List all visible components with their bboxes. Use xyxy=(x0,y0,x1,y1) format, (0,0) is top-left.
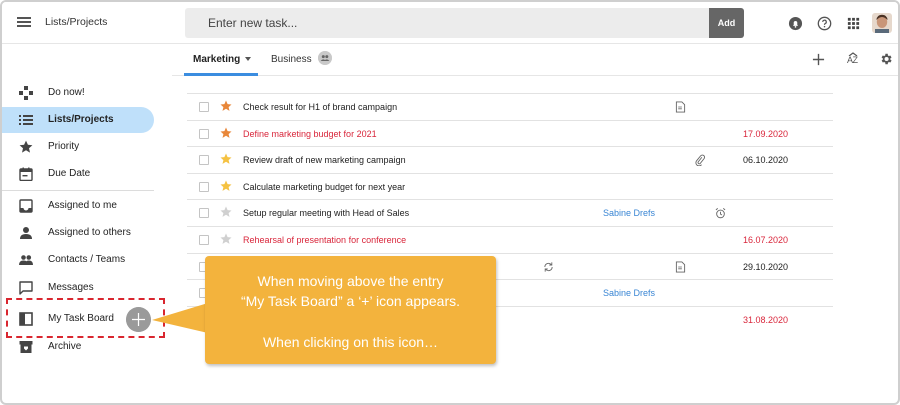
task-row[interactable]: Define marketing budget for 2021 17.09.20… xyxy=(187,119,833,147)
top-bar: Lists/Projects Add xyxy=(2,2,898,44)
list-tabs: Marketing Business AZ xyxy=(172,44,898,76)
add-task-button[interactable]: Add xyxy=(709,8,744,38)
task-row[interactable]: Review draft of new marketing campaign 06… xyxy=(187,146,833,173)
sidebar-divider xyxy=(2,190,154,191)
new-task-input[interactable] xyxy=(185,8,709,38)
callout-pointer xyxy=(152,303,208,333)
task-assignee[interactable]: Sabine Drefs xyxy=(603,208,655,218)
task-due-date: 06.10.2020 xyxy=(743,155,789,166)
sidebar-item-due-date[interactable]: Due Date xyxy=(2,161,154,187)
task-checkbox[interactable] xyxy=(199,102,209,112)
sidebar-item-lists-projects[interactable]: Lists/Projects xyxy=(2,107,154,133)
sort-arrow-icon xyxy=(848,52,858,56)
alarm-icon xyxy=(715,208,726,219)
sidebar-item-label: Archive xyxy=(48,341,82,352)
task-row[interactable]: Rehearsal of presentation for conference… xyxy=(187,225,833,253)
sidebar-item-label: Contacts / Teams xyxy=(48,254,126,265)
task-row[interactable]: Setup regular meeting with Head of Sales… xyxy=(187,199,833,226)
task-row[interactable]: Check result for H1 of brand campaign xyxy=(187,93,833,120)
priority-star-icon[interactable] xyxy=(220,180,232,192)
sidebar-item-priority[interactable]: Priority xyxy=(2,134,154,160)
sidebar-item-label: Priority xyxy=(48,141,80,152)
task-title[interactable]: Rehearsal of presentation for conference xyxy=(243,235,406,245)
list-icon xyxy=(19,115,33,125)
sidebar-item-label: Due Date xyxy=(48,168,91,179)
priority-star-icon[interactable] xyxy=(220,153,232,165)
menu-icon[interactable] xyxy=(17,17,31,27)
add-list-icon[interactable] xyxy=(812,53,825,66)
task-assignee[interactable]: Sabine Drefs xyxy=(603,288,655,298)
priority-star-icon[interactable] xyxy=(220,127,232,139)
callout-line-1: When moving above the entry xyxy=(257,273,444,289)
task-due-date: 16.07.2020 xyxy=(743,234,789,245)
sidebar-item-assigned-to-others[interactable]: Assigned to others xyxy=(2,220,154,246)
settings-icon[interactable] xyxy=(879,52,893,66)
task-title[interactable]: Setup regular meeting with Head of Sales xyxy=(243,208,409,218)
tooltip-callout: When moving above the entry “My Task Boa… xyxy=(205,256,496,364)
task-title[interactable]: Check result for H1 of brand campaign xyxy=(243,102,397,112)
task-title[interactable]: Define marketing budget for 2021 xyxy=(243,129,377,139)
callout-line-2: “My Task Board” a ‘+’ icon appears. xyxy=(240,293,461,309)
callout-line-3: When clicking on this icon… xyxy=(262,334,439,350)
inbox-icon xyxy=(19,199,33,213)
people-icon xyxy=(19,255,33,265)
task-checkbox[interactable] xyxy=(199,234,209,245)
priority-star-icon[interactable] xyxy=(220,100,232,112)
sidebar-item-assigned-to-me[interactable]: Assigned to me xyxy=(2,193,154,219)
add-to-board-icon[interactable] xyxy=(126,307,151,332)
new-task-field[interactable] xyxy=(185,8,709,38)
tab-business[interactable]: Business xyxy=(271,44,333,76)
task-title[interactable]: Review draft of new marketing campaign xyxy=(243,155,406,165)
person-icon xyxy=(20,227,32,239)
priority-star-icon[interactable] xyxy=(220,206,232,218)
user-avatar[interactable] xyxy=(872,13,892,33)
sidebar: Do now! Lists/Projects Priority Due Date xyxy=(2,44,172,403)
task-title[interactable]: Calculate marketing budget for next year xyxy=(243,182,405,192)
chat-icon xyxy=(19,281,33,295)
note-icon xyxy=(675,101,686,113)
task-row[interactable]: Calculate marketing budget for next year xyxy=(187,172,833,200)
star-icon xyxy=(19,140,33,153)
app-window: Lists/Projects Add xyxy=(0,0,900,405)
sidebar-item-label: Do now! xyxy=(48,87,85,98)
sidebar-item-contacts-teams[interactable]: Contacts / Teams xyxy=(2,247,154,273)
sidebar-item-label: Messages xyxy=(48,282,94,293)
active-tab-indicator xyxy=(184,73,258,76)
help-icon[interactable] xyxy=(817,16,832,31)
sort-az-button[interactable]: AZ xyxy=(845,52,861,68)
task-checkbox[interactable] xyxy=(199,155,209,166)
priority-star-icon[interactable] xyxy=(220,233,232,245)
task-due-date: 31.08.2020 xyxy=(743,314,789,325)
tab-marketing-label: Marketing xyxy=(193,54,241,65)
archive-icon xyxy=(19,341,33,353)
sidebar-item-label: Assigned to me xyxy=(48,200,117,211)
app-title: Lists/Projects xyxy=(45,16,108,28)
notification-icon[interactable] xyxy=(788,16,803,31)
task-due-date: 17.09.2020 xyxy=(743,128,789,139)
sidebar-item-label: Lists/Projects xyxy=(48,114,114,125)
paperclip-icon xyxy=(695,154,705,167)
sidebar-item-label: Assigned to others xyxy=(48,227,131,238)
calendar-icon xyxy=(19,167,33,181)
task-due-date: 29.10.2020 xyxy=(743,261,789,272)
chevron-down-icon xyxy=(245,57,252,62)
note-icon xyxy=(675,261,686,273)
do-now-icon xyxy=(19,86,33,100)
tab-marketing[interactable]: Marketing xyxy=(193,44,252,76)
sort-az-label: AZ xyxy=(847,55,858,65)
task-checkbox[interactable] xyxy=(199,128,209,139)
sidebar-item-do-now[interactable]: Do now! xyxy=(2,80,154,106)
repeat-icon xyxy=(544,261,553,272)
apps-grid-icon[interactable] xyxy=(846,16,861,31)
task-checkbox[interactable] xyxy=(199,181,209,192)
shared-people-icon xyxy=(318,51,333,66)
tab-business-label: Business xyxy=(271,54,312,65)
task-checkbox[interactable] xyxy=(199,208,209,219)
